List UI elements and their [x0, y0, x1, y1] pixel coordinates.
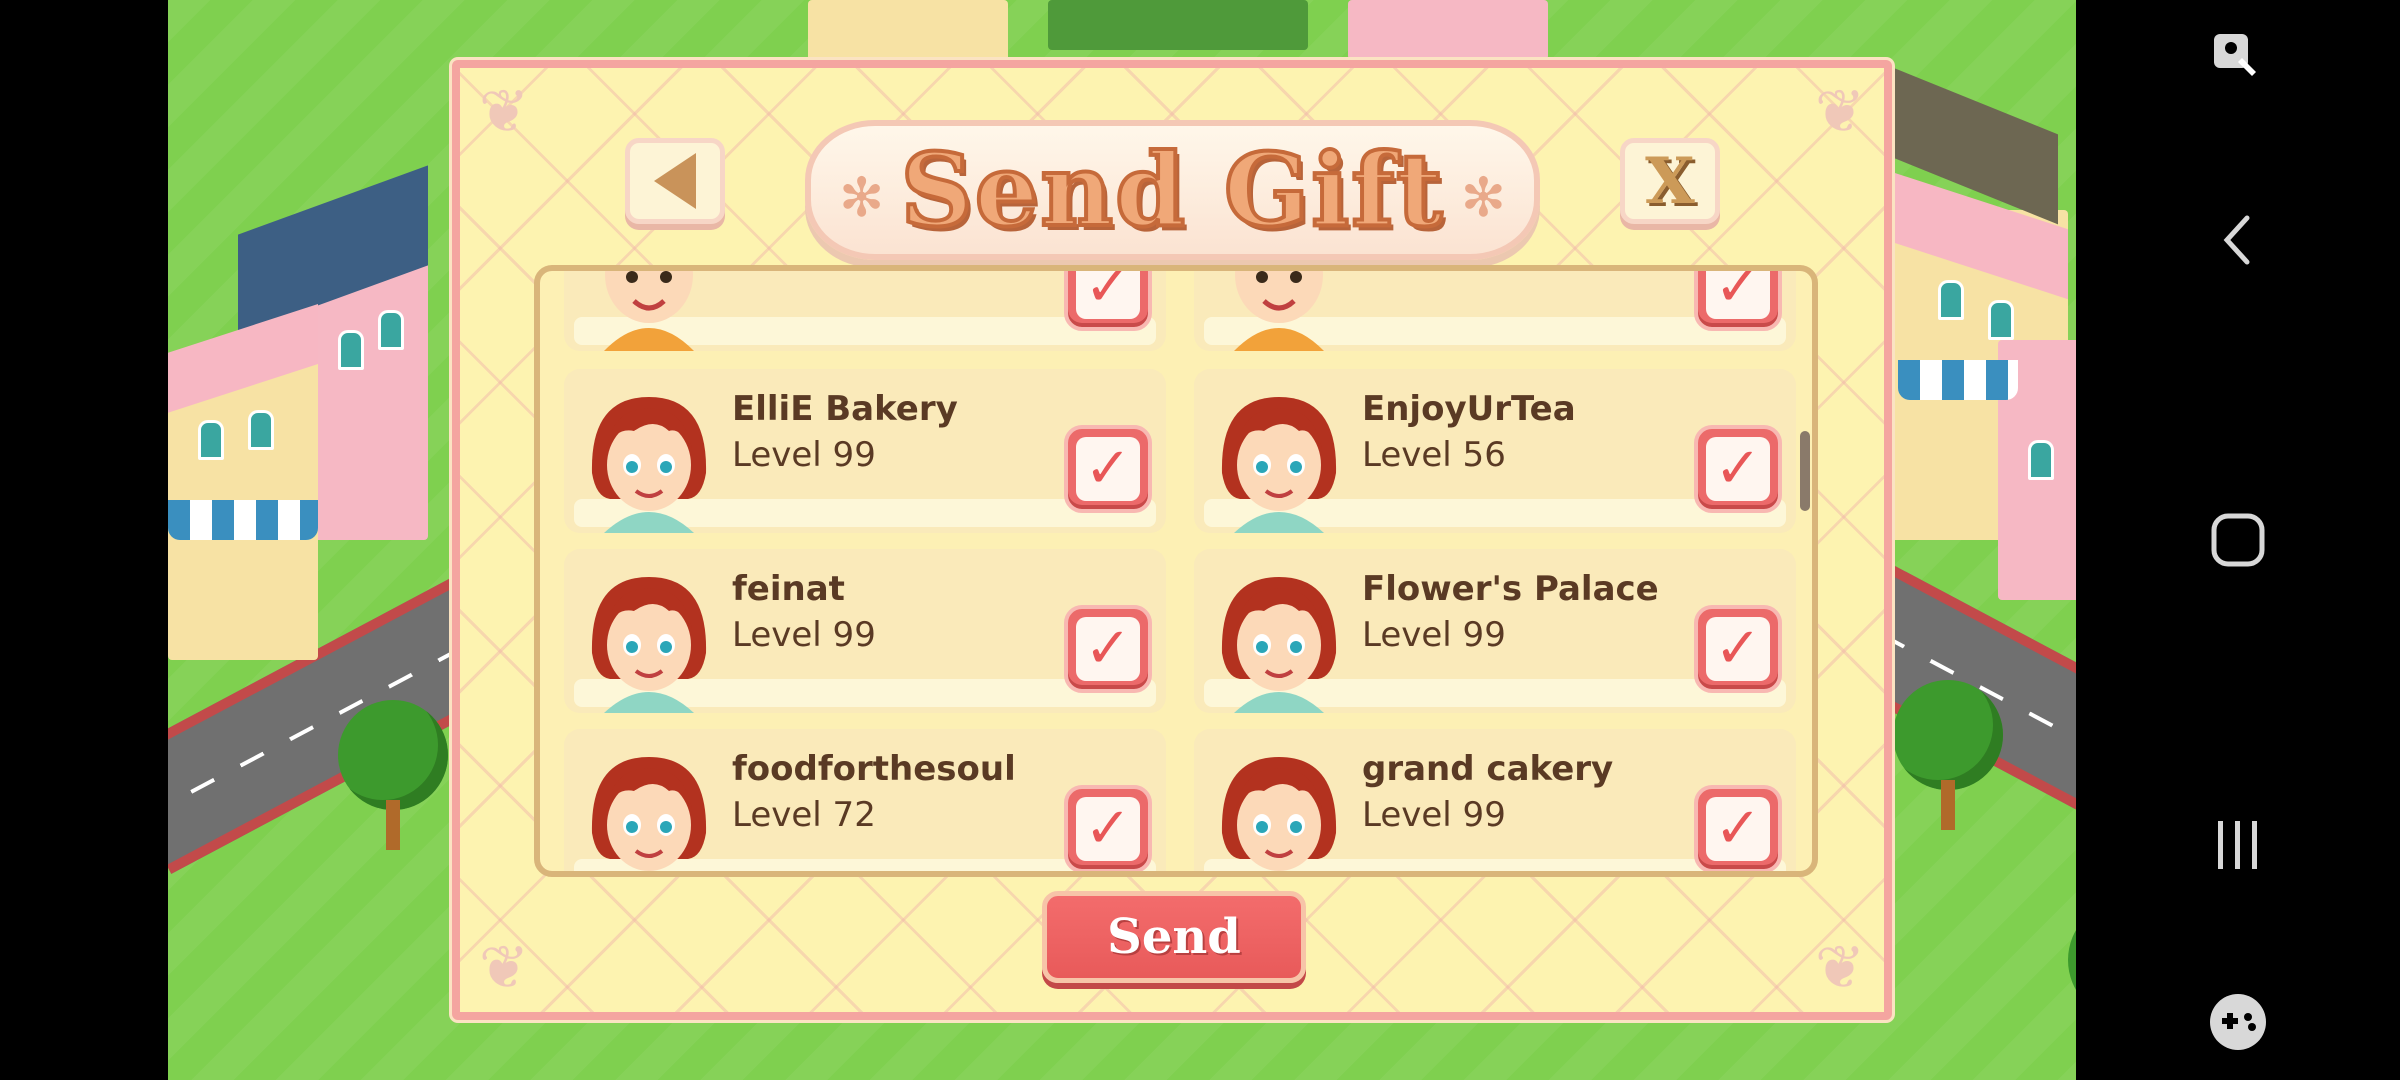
close-icon: X [1645, 143, 1695, 219]
awning-left [168, 500, 318, 540]
tree [1893, 680, 2003, 830]
friend-name: ElliE Bakery [732, 389, 958, 429]
friend-name: Flower's Palace [1362, 569, 1659, 609]
friend-card[interactable]: ElliE Bakery Level 99 ✓ [564, 369, 1166, 533]
corner-ornament: ❦ [1814, 77, 1866, 147]
checkmark-icon: ✓ [1076, 617, 1140, 681]
recents-icon[interactable] [2076, 815, 2400, 875]
back-icon[interactable] [2076, 210, 2400, 270]
checkmark-icon: ✓ [1076, 437, 1140, 501]
girl-avatar [584, 567, 714, 713]
select-friend-checkbox[interactable]: ✓ [1694, 605, 1782, 693]
corner-ornament: ❦ [478, 933, 530, 1003]
girl-avatar [1214, 747, 1344, 871]
window [198, 420, 224, 460]
send-gift-dialog: ❦ ❦ ❦ ❦ ✻ Send Gift ✻ X Level 20✓ Level 9… [452, 60, 1892, 1020]
boy-avatar [584, 271, 714, 351]
garden-top [1048, 0, 1308, 50]
friend-level: Level 99 [732, 615, 876, 655]
select-friend-checkbox[interactable]: ✓ [1064, 785, 1152, 871]
flourish-right-icon: ✻ [1460, 166, 1506, 229]
boy-avatar [1214, 271, 1344, 351]
friend-card[interactable]: Level 99✓ [1194, 271, 1796, 351]
screenshot-lock-icon[interactable] [2076, 28, 2400, 88]
checkmark-icon: ✓ [1706, 797, 1770, 861]
tree [2058, 900, 2076, 1060]
select-friend-checkbox[interactable]: ✓ [1694, 271, 1782, 331]
checkmark-icon: ✓ [1076, 271, 1140, 319]
friend-name: foodforthesoul [732, 749, 1016, 789]
friend-name: EnjoyUrTea [1362, 389, 1576, 429]
friend-level: Level 99 [1362, 795, 1506, 835]
girl-avatar [1214, 567, 1344, 713]
friend-level: Level 99 [732, 435, 876, 475]
friend-card[interactable]: feinat Level 99 ✓ [564, 549, 1166, 713]
friend-level: Level 72 [732, 795, 876, 835]
friend-card[interactable]: grand cakery Level 99 ✓ [1194, 729, 1796, 871]
window [248, 410, 274, 450]
dialog-title: Send Gift [899, 129, 1445, 251]
friend-card[interactable]: Level 20✓ [564, 271, 1166, 351]
window [338, 330, 364, 370]
friend-card[interactable]: foodforthesoul Level 72 ✓ [564, 729, 1166, 871]
select-friend-checkbox[interactable]: ✓ [1064, 605, 1152, 693]
select-friend-checkbox[interactable]: ✓ [1064, 271, 1152, 331]
back-arrow-icon [654, 153, 696, 209]
flourish-left-icon: ✻ [839, 166, 885, 229]
awning-right [1898, 360, 2018, 400]
friends-list[interactable]: Level 20✓Level 99✓ElliE BakeryLevel 99✓E… [534, 265, 1818, 877]
list-scrollbar[interactable] [1800, 431, 1810, 511]
window [2028, 440, 2054, 480]
select-friend-checkbox[interactable]: ✓ [1694, 785, 1782, 871]
checkmark-icon: ✓ [1706, 617, 1770, 681]
friend-card[interactable]: EnjoyUrTea Level 56 ✓ [1194, 369, 1796, 533]
select-friend-checkbox[interactable]: ✓ [1064, 425, 1152, 513]
game-launcher-icon[interactable] [2076, 990, 2400, 1054]
friend-name: grand cakery [1362, 749, 1614, 789]
checkmark-icon: ✓ [1706, 437, 1770, 501]
friend-name: feinat [732, 569, 845, 609]
checkmark-icon: ✓ [1076, 797, 1140, 861]
window [1938, 280, 1964, 320]
corner-ornament: ❦ [1814, 933, 1866, 1003]
building-top-right [1348, 0, 1548, 60]
send-button-label: Send [1107, 909, 1241, 965]
close-button[interactable]: X [1620, 138, 1720, 224]
back-button[interactable] [625, 138, 725, 224]
window [378, 310, 404, 350]
corner-ornament: ❦ [478, 77, 530, 147]
title-banner: ✻ Send Gift ✻ [805, 120, 1540, 260]
home-icon[interactable] [2076, 510, 2400, 570]
girl-avatar [584, 387, 714, 533]
checkmark-icon: ✓ [1706, 271, 1770, 319]
friend-card[interactable]: Flower's Palace Level 99 ✓ [1194, 549, 1796, 713]
window [1988, 300, 2014, 340]
girl-avatar [1214, 387, 1344, 533]
android-nav-bar [2076, 0, 2400, 1080]
select-friend-checkbox[interactable]: ✓ [1694, 425, 1782, 513]
friend-level: Level 99 [1362, 615, 1506, 655]
send-button[interactable]: Send [1042, 891, 1306, 983]
tree [338, 700, 448, 850]
girl-avatar [584, 747, 714, 871]
friend-level: Level 56 [1362, 435, 1506, 475]
